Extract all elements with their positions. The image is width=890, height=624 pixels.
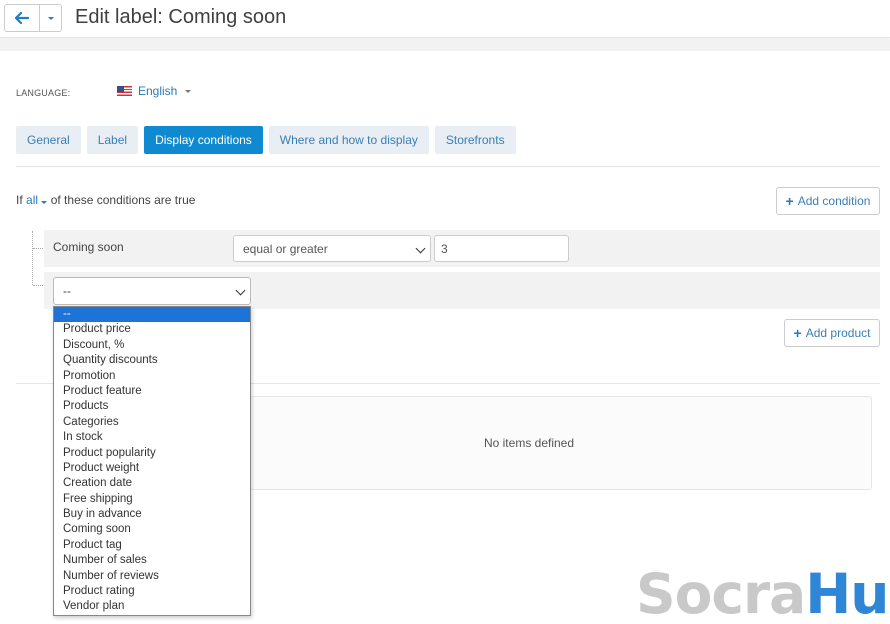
- caret-down-icon: [47, 16, 54, 20]
- dropdown-option[interactable]: Products: [54, 399, 250, 414]
- arrow-left-icon: [15, 12, 29, 24]
- empty-state-text: No items defined: [483, 436, 575, 450]
- dropdown-option[interactable]: Creation date: [54, 476, 250, 491]
- tree-branch: [33, 248, 43, 249]
- condition-row: Coming soon equal or greater 3: [44, 230, 880, 267]
- watermark-part2: Hub: [805, 562, 890, 624]
- add-condition-label: Add condition: [797, 194, 871, 208]
- conditions-prefix: If: [16, 193, 23, 207]
- chevron-down-icon: [235, 285, 246, 296]
- tabs-divider: [16, 166, 880, 167]
- plus-icon: +: [785, 193, 794, 209]
- condition-operator-select[interactable]: equal or greater: [233, 235, 431, 262]
- us-flag-icon: [117, 86, 132, 96]
- dropdown-option[interactable]: Discount, %: [54, 338, 250, 353]
- condition-value-input[interactable]: 3: [434, 235, 569, 262]
- condition-type-dropdown[interactable]: -- Product price Discount, % Quantity di…: [53, 306, 251, 616]
- tab-storefronts[interactable]: Storefronts: [434, 126, 516, 154]
- empty-products-panel: No items defined: [186, 396, 872, 490]
- tab-bar: General Label Display conditions Where a…: [16, 126, 516, 154]
- conditions-mode-selector[interactable]: all: [26, 193, 48, 207]
- dropdown-option[interactable]: In stock: [54, 430, 250, 445]
- conditions-mode-value: all: [26, 193, 39, 207]
- watermark-part1: Socra: [636, 562, 806, 624]
- chevron-down-icon: [185, 89, 192, 93]
- chevron-down-icon: [415, 243, 426, 254]
- dropdown-option[interactable]: Product feature: [54, 384, 250, 399]
- conditions-suffix: of these conditions are true: [50, 193, 196, 207]
- dropdown-option[interactable]: Number of reviews: [54, 569, 250, 584]
- language-value: English: [138, 84, 178, 98]
- dropdown-option[interactable]: --: [54, 307, 250, 323]
- tree-connector: [32, 231, 33, 285]
- new-condition-value: --: [63, 284, 71, 298]
- plus-icon: +: [793, 325, 802, 341]
- tab-display-conditions[interactable]: Display conditions: [144, 126, 263, 154]
- dropdown-option[interactable]: Product tag: [54, 538, 250, 553]
- conditions-sentence: If all of these conditions are true: [16, 193, 195, 207]
- dropdown-option[interactable]: Coming soon: [54, 522, 250, 537]
- add-product-label: Add product: [805, 326, 871, 340]
- header-shadow-band: [0, 39, 890, 51]
- back-button[interactable]: [4, 4, 40, 32]
- tab-label[interactable]: Label: [86, 126, 139, 154]
- tree-branch: [33, 285, 43, 286]
- dropdown-option[interactable]: Product weight: [54, 461, 250, 476]
- chevron-down-icon: [41, 201, 48, 204]
- dropdown-option[interactable]: Buy in advance: [54, 507, 250, 522]
- condition-name: Coming soon: [53, 240, 124, 254]
- top-toolbar: Edit label: Coming soon: [0, 0, 890, 38]
- dropdown-option[interactable]: Product rating: [54, 584, 250, 599]
- dropdown-option[interactable]: Product popularity: [54, 446, 250, 461]
- dropdown-option[interactable]: Number of sales: [54, 553, 250, 568]
- page-title: Edit label: Coming soon: [75, 6, 287, 28]
- add-condition-button[interactable]: + Add condition: [776, 187, 880, 215]
- language-selector[interactable]: English: [117, 84, 192, 98]
- new-condition-select[interactable]: --: [53, 277, 251, 305]
- dropdown-option[interactable]: Product price: [54, 322, 250, 337]
- dropdown-option[interactable]: Free shipping: [54, 492, 250, 507]
- new-condition-row: --: [44, 272, 880, 309]
- add-product-button[interactable]: + Add product: [784, 319, 880, 347]
- back-options-button[interactable]: [39, 4, 62, 32]
- dropdown-option[interactable]: Categories: [54, 415, 250, 430]
- dropdown-option[interactable]: Promotion: [54, 369, 250, 384]
- dropdown-option[interactable]: Vendor plan: [54, 599, 250, 614]
- tab-where-and-how-to-display[interactable]: Where and how to display: [268, 126, 429, 154]
- dropdown-option[interactable]: Quantity discounts: [54, 353, 250, 368]
- tab-general[interactable]: General: [16, 126, 81, 154]
- language-label: LANGUAGE:: [16, 88, 71, 98]
- socrahub-watermark: SocraHub: [636, 567, 890, 622]
- condition-operator-value: equal or greater: [243, 242, 328, 256]
